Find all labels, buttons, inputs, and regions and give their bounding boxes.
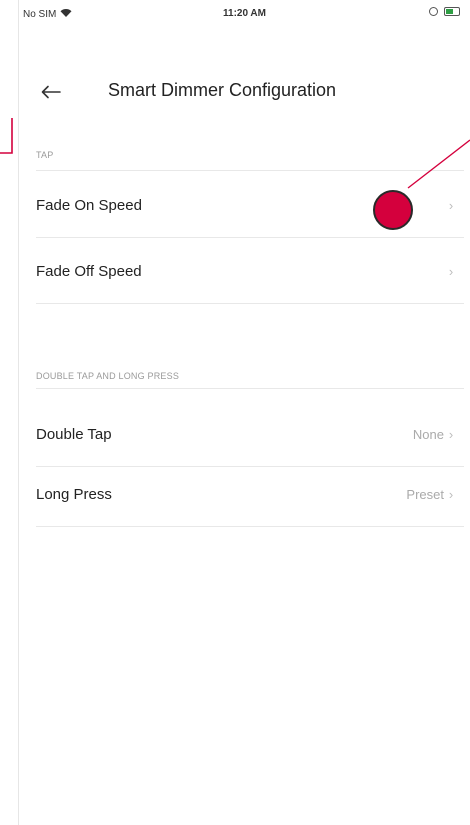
rotation-lock-icon: [429, 7, 438, 16]
section-divider: [36, 388, 464, 389]
status-right: [429, 7, 460, 16]
arrow-left-icon: [41, 85, 61, 104]
status-time: 11:20 AM: [223, 8, 266, 19]
row-long-press[interactable]: Long Press Preset ›: [36, 462, 464, 527]
section-header-tap: TAP: [36, 150, 54, 160]
section-header-double-tap: DOUBLE TAP AND LONG PRESS: [36, 371, 180, 381]
page-title: Smart Dimmer Configuration: [108, 80, 337, 100]
chevron-right-icon: ›: [448, 486, 454, 502]
row-fade-off-speed[interactable]: Fade Off Speed ›: [36, 239, 464, 304]
section-divider: [36, 170, 464, 171]
status-bar: No SIM 11:20 AM: [19, 0, 470, 26]
row-label: Long Press: [36, 485, 112, 503]
chevron-right-icon: ›: [448, 426, 454, 442]
row-double-tap[interactable]: Double Tap None ›: [36, 402, 464, 467]
chevron-right-icon: ›: [448, 197, 454, 213]
row-value: None: [412, 426, 444, 442]
annotation-marker-dot: [373, 190, 413, 230]
back-button[interactable]: [35, 78, 67, 110]
row-value: Preset: [406, 486, 444, 502]
app-screen: No SIM 11:20 AM Smart Dimmer Configurati…: [18, 0, 470, 825]
battery-icon: [444, 7, 460, 16]
row-label: Fade Off Speed: [36, 262, 142, 280]
nav-bar: Smart Dimmer Configuration: [19, 80, 470, 116]
row-label: Double Tap: [36, 425, 112, 443]
annotation-line-left: [0, 118, 13, 154]
chevron-right-icon: ›: [448, 263, 454, 279]
